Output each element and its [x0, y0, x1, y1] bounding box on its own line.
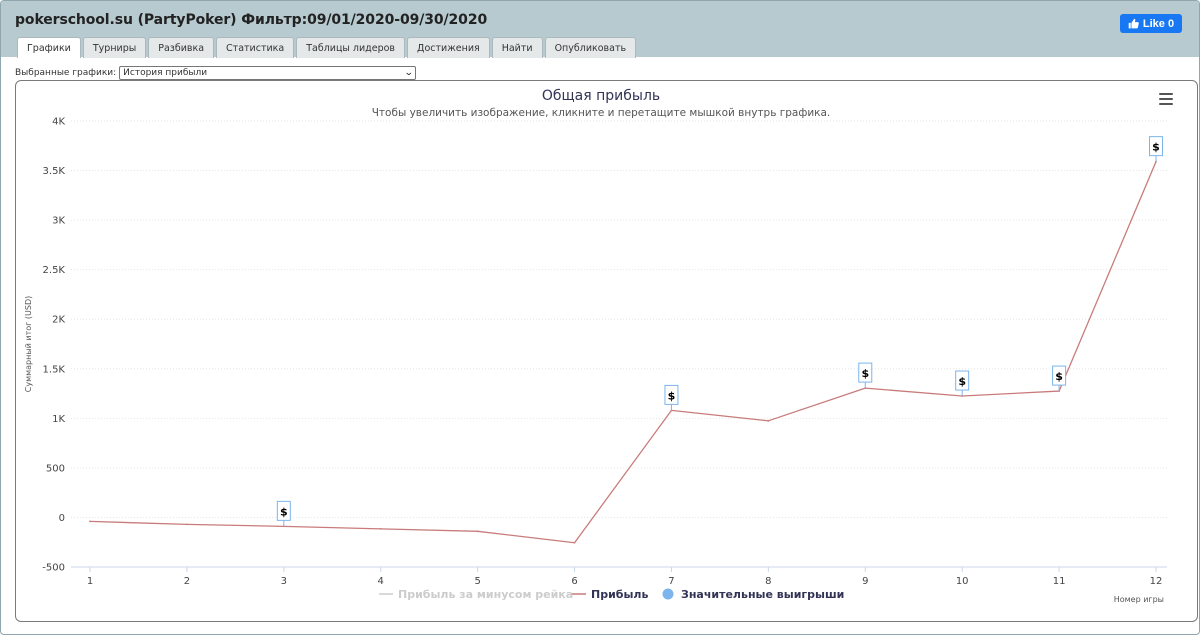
- x-tick-label: 5: [474, 576, 480, 587]
- flag-dollar-label: $: [668, 389, 676, 402]
- data-point: [476, 530, 479, 533]
- x-tick-label: 2: [184, 576, 190, 587]
- profit-chart[interactable]: -50005001K1.5K2K2.5K3K3.5K4K1 2 3 4 5 6 7 8 9 10 1…: [1, 1, 1200, 635]
- flag-dollar-label: $: [958, 375, 966, 388]
- data-point: [767, 419, 770, 422]
- flag-dollar-label: $: [1055, 370, 1063, 383]
- y-tick-label: 3K: [52, 216, 65, 227]
- flag-dollar-label: $: [280, 505, 288, 518]
- data-point: [379, 527, 382, 530]
- x-tick-label: 8: [765, 576, 771, 587]
- chart-subtitle: Чтобы увеличить изображение, кликните и …: [372, 107, 831, 119]
- y-tick-label: 2K: [52, 315, 65, 326]
- data-point: [89, 520, 91, 523]
- x-tick-label: 9: [862, 576, 868, 587]
- y-tick-label: 1.5K: [43, 364, 66, 375]
- app-window: pokerschool.su (PartyPoker) Фильтр:09/01…: [0, 0, 1200, 635]
- chart-menu-icon[interactable]: [1159, 93, 1173, 105]
- y-tick-label: 0: [59, 513, 65, 524]
- y-tick-label: 1K: [52, 414, 65, 425]
- x-tick-label: 7: [668, 576, 674, 587]
- flag-dollar-label: $: [1152, 141, 1160, 154]
- y-tick-label: 4K: [52, 117, 65, 128]
- y-tick-label: -500: [42, 563, 65, 574]
- x-axis-title: Номер игры: [1114, 595, 1164, 604]
- y-axis-title: Суммарный итог (USD): [24, 296, 33, 393]
- y-tick-label: 2.5K: [43, 265, 66, 276]
- legend-symbol: [662, 588, 674, 600]
- series-line-profit: [89, 161, 1157, 544]
- chart-title: Общая прибыль: [542, 88, 660, 104]
- y-tick-label: 3.5K: [43, 166, 66, 177]
- x-tick-label: 6: [571, 576, 577, 587]
- x-tick-label: 1: [87, 576, 93, 587]
- x-tick-label: 12: [1150, 576, 1163, 587]
- y-tick-label: 500: [46, 463, 65, 474]
- x-tick-label: 3: [281, 576, 287, 587]
- data-point: [573, 541, 576, 544]
- legend-item-label[interactable]: Прибыль за минусом рейка: [398, 588, 573, 601]
- data-point: [186, 523, 188, 526]
- flag-dollar-label: $: [861, 367, 869, 380]
- legend-item-label[interactable]: Прибыль: [591, 588, 648, 601]
- x-tick-label: 11: [1053, 576, 1066, 587]
- x-tick-label: 10: [956, 576, 969, 587]
- x-tick-label: 4: [378, 576, 384, 587]
- legend-item-label[interactable]: Значительные выигрыши: [681, 588, 844, 601]
